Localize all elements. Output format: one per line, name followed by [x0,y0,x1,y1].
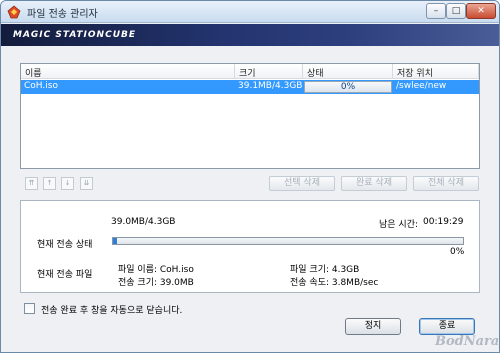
window-title: 파일 전송 관리자 [27,9,98,20]
maximize-icon: □ [451,6,461,16]
progress-percent: 0% [450,247,465,257]
row-file-size: 39.1MB/4.3GB [238,81,303,91]
move-down-button[interactable]: ↓ [61,177,74,190]
row-save-location: /swlee/new [396,81,447,91]
move-up-icon: ↑ [46,179,53,187]
column-header-location[interactable]: 저장 위치 [393,64,479,79]
move-top-icon: ⇈ [28,179,35,187]
progress-fill [113,238,117,244]
row-file-name: CoH.iso [24,81,58,91]
transfer-status-panel: 39.0MB/4.3GB 남은 시간: 00:19:29 현재 전송 상태 0%… [20,200,480,293]
title-bar: 파일 전송 관리자 – □ ✕ [1,1,499,23]
row-status-text: 0% [340,82,356,92]
column-header-size[interactable]: 크기 [235,64,303,79]
minimize-button[interactable]: – [426,3,446,19]
column-header-name[interactable]: 이름 [21,64,235,79]
transfer-status-label: 현재 전송 상태 [37,240,93,250]
remaining-time-label: 남은 시간: [379,220,419,230]
overall-progress-bar [112,237,464,245]
transferred-size-info: 전송 크기: 39.0MB [118,278,194,288]
maximize-button[interactable]: □ [446,3,466,19]
column-header-status[interactable]: 상태 [303,64,393,79]
brand-logo: MAGIC STATIONCUBE [13,30,137,40]
row-status-progress: 0% [304,81,392,93]
transfer-list[interactable]: 이름 크기 상태 저장 위치 CoH.iso 39.1MB/4.3GB 0% /… [20,63,480,169]
move-down-icon: ↓ [64,179,71,187]
file-name-info: 파일 이름: CoH.iso [118,265,194,275]
file-size-info: 파일 크기: 4.3GB [290,265,360,275]
exit-button[interactable]: 종료 [419,318,475,335]
stop-button[interactable]: 정지 [345,318,401,335]
transfer-speed-info: 전송 속도: 3.8MB/sec [290,278,379,288]
auto-close-label: 전송 완료 후 창을 자동으로 닫습니다. [41,306,183,316]
close-icon: ✕ [477,6,485,16]
close-button[interactable]: ✕ [466,3,496,19]
minimize-icon: – [433,6,439,16]
delete-all-button[interactable]: 전체 삭제 [413,176,479,191]
app-icon [7,5,21,19]
delete-completed-button[interactable]: 완료 삭제 [341,176,407,191]
watermark: BodNara [435,334,500,349]
auto-close-checkbox[interactable] [24,303,35,314]
move-bottom-button[interactable]: ⇊ [80,177,93,190]
current-file-label: 현재 전송 파일 [37,270,93,280]
move-up-button[interactable]: ↑ [43,177,56,190]
file-transfer-window: 파일 전송 관리자 – □ ✕ MAGIC STATIONCUBE 이름 크기 … [0,0,500,353]
transfer-amount: 39.0MB/4.3GB [111,217,176,227]
move-top-button[interactable]: ⇈ [25,177,38,190]
move-bottom-icon: ⇊ [83,179,90,187]
brand-banner: MAGIC STATIONCUBE [1,24,499,46]
delete-selected-button[interactable]: 선택 삭제 [269,176,335,191]
remaining-time-value: 00:19:29 [423,217,464,227]
